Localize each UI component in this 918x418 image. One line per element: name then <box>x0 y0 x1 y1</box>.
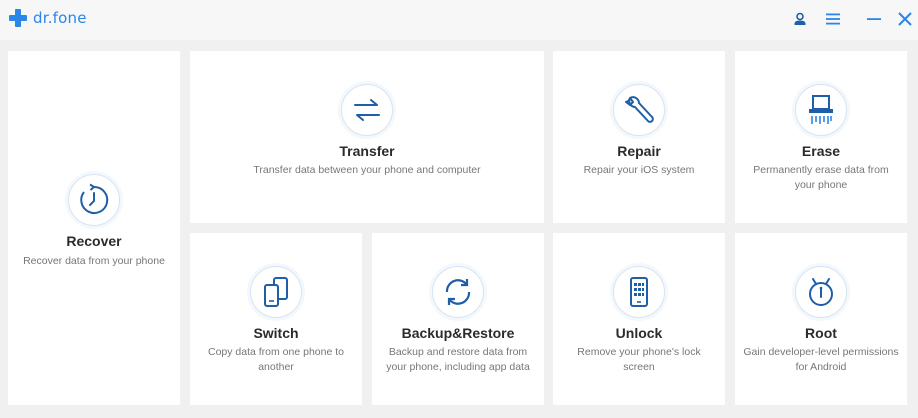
sync-icon <box>445 279 471 305</box>
tile-switch[interactable]: Switch Copy data from one phone to anoth… <box>190 233 362 405</box>
account-button[interactable] <box>788 8 812 30</box>
tile-erase[interactable]: Erase Permanently erase data from your p… <box>735 51 907 223</box>
tile-erase-title: Erase <box>801 143 841 159</box>
close-button[interactable] <box>893 8 917 30</box>
shredder-icon <box>809 95 833 124</box>
wrench-icon <box>625 96 654 123</box>
tile-backup-title: Backup&Restore <box>401 325 515 341</box>
app-logo: dr.fone <box>8 7 87 29</box>
clock-icon <box>80 183 109 214</box>
backup-icon-wrap <box>432 266 484 318</box>
repair-icon-wrap <box>613 84 665 136</box>
unlock-icon-wrap <box>613 266 665 318</box>
plus-logo-icon <box>9 9 27 27</box>
tile-backup-desc: Backup and restore data from your phone,… <box>386 346 530 373</box>
root-icon-wrap <box>795 266 847 318</box>
tile-root-title: Root <box>805 325 837 341</box>
menu-icon <box>826 13 840 25</box>
transfer-arrows-icon <box>354 99 380 121</box>
erase-icon-wrap <box>795 84 847 136</box>
recover-icon-wrap <box>68 174 120 226</box>
user-icon <box>794 12 806 25</box>
title-bar: dr.fone <box>0 0 918 40</box>
android-root-icon <box>809 278 833 306</box>
transfer-icon-wrap <box>341 84 393 136</box>
tile-switch-desc: Copy data from one phone to another <box>207 346 344 373</box>
tile-repair-desc: Repair your iOS system <box>583 164 695 176</box>
tile-backup-restore[interactable]: Backup&Restore Backup and restore data f… <box>372 233 544 405</box>
menu-button[interactable] <box>821 8 845 30</box>
tile-transfer[interactable]: Transfer Transfer data between your phon… <box>190 51 544 223</box>
tile-root-desc: Gain developer-level permissions for And… <box>743 346 899 373</box>
tile-recover-desc: Recover data from your phone <box>23 255 165 267</box>
app-name: dr.fone <box>33 9 87 27</box>
close-icon <box>898 12 912 26</box>
tile-recover[interactable]: Recover Recover data from your phone <box>8 51 180 405</box>
tile-root[interactable]: Root Gain developer-level permissions fo… <box>735 233 907 405</box>
tile-switch-title: Switch <box>253 325 299 341</box>
tile-unlock-title: Unlock <box>615 325 663 341</box>
tile-transfer-desc: Transfer data between your phone and com… <box>253 164 481 176</box>
tile-unlock-desc: Remove your phone's lock screen <box>577 346 701 373</box>
switch-phones-icon <box>264 277 288 307</box>
switch-icon-wrap <box>250 266 302 318</box>
tile-recover-title: Recover <box>66 233 122 249</box>
tile-repair-title: Repair <box>617 143 661 159</box>
tile-unlock[interactable]: Unlock Remove your phone's lock screen <box>553 233 725 405</box>
phone-keypad-icon <box>630 277 648 307</box>
tile-erase-desc: Permanently erase data from your phone <box>753 164 889 191</box>
minimize-button[interactable] <box>862 8 886 30</box>
minimize-icon <box>867 18 881 20</box>
tile-transfer-title: Transfer <box>339 143 395 159</box>
tile-repair[interactable]: Repair Repair your iOS system <box>553 51 725 223</box>
